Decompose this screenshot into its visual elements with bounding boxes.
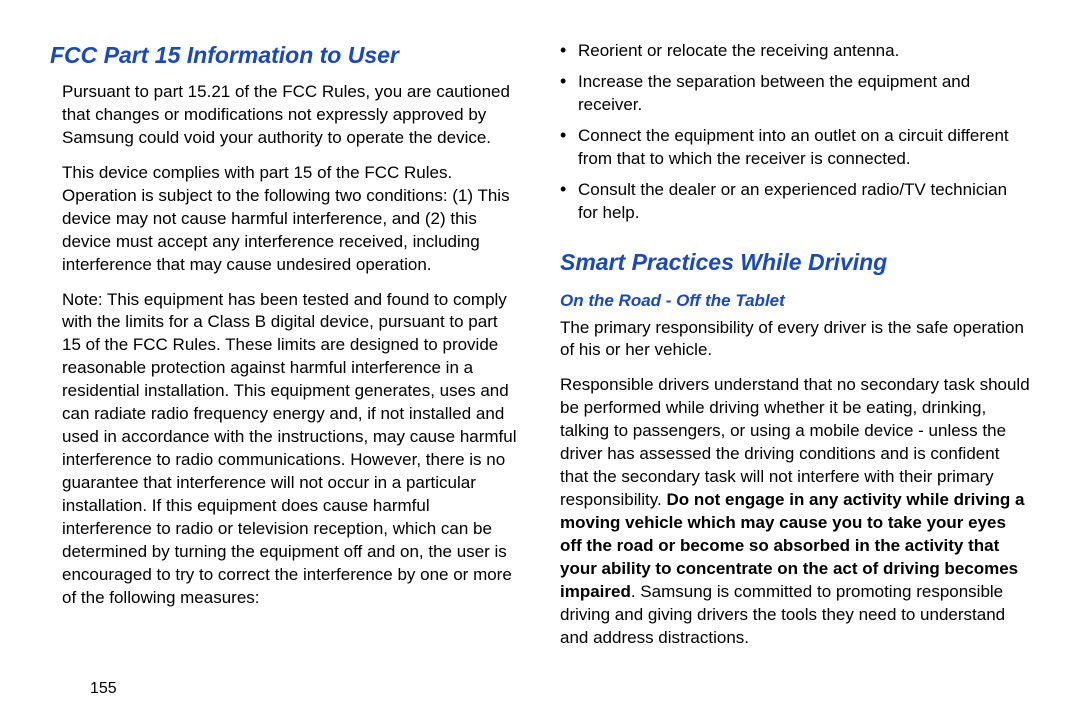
list-item: Consult the dealer or an experienced rad… xyxy=(560,179,1030,225)
list-item: Connect the equipment into an outlet on … xyxy=(560,125,1030,171)
page-number: 155 xyxy=(50,658,520,700)
fcc-para-3: Note: This equipment has been tested and… xyxy=(50,289,520,610)
driving-subheading: On the Road - Off the Tablet xyxy=(560,290,1030,313)
driving-heading: Smart Practices While Driving xyxy=(560,247,1030,278)
interference-measures-list: Reorient or relocate the receiving anten… xyxy=(560,40,1030,233)
list-item: Increase the separation between the equi… xyxy=(560,71,1030,117)
fcc-para-1: Pursuant to part 15.21 of the FCC Rules,… xyxy=(50,81,520,150)
fcc-para-2: This device complies with part 15 of the… xyxy=(50,162,520,277)
right-column: Reorient or relocate the receiving anten… xyxy=(560,40,1030,700)
list-item: Reorient or relocate the receiving anten… xyxy=(560,40,1030,63)
driving-para-1: The primary responsibility of every driv… xyxy=(560,317,1030,363)
driving-para-2: Responsible drivers understand that no s… xyxy=(560,374,1030,649)
left-column: FCC Part 15 Information to User Pursuant… xyxy=(50,40,520,700)
fcc-heading: FCC Part 15 Information to User xyxy=(50,40,520,71)
